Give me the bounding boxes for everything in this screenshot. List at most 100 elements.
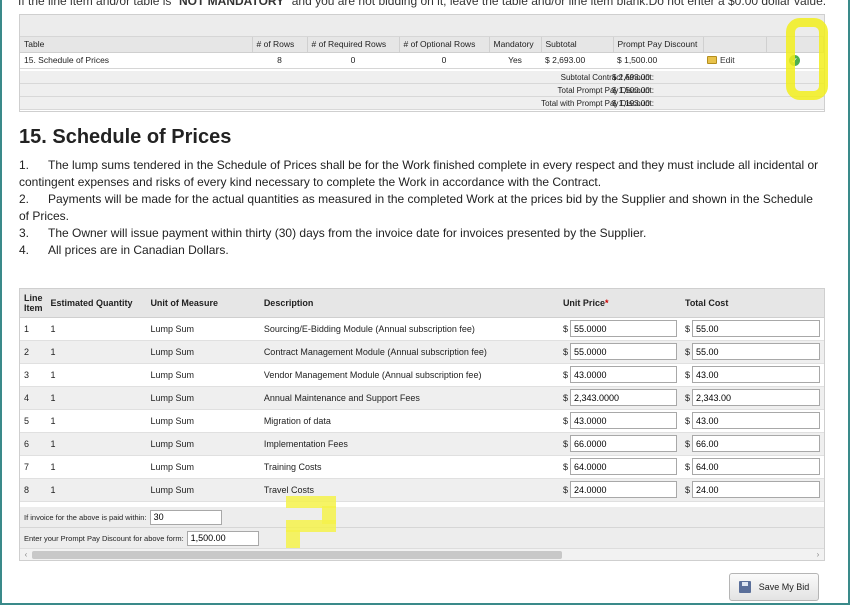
summary-subtotal: $ 2,693.00 [541,52,613,69]
col-unit-price: Unit Price* [558,289,681,318]
col-uom: Unit of Measure [146,289,260,318]
currency-symbol: $ [562,369,568,380]
currency-symbol: $ [684,323,690,334]
unit-price-input[interactable] [569,435,677,452]
estimated-quantity: 1 [46,409,147,433]
col-required-rows: # of Required Rows [307,37,400,53]
unit-price-cell: $ [558,363,681,387]
table-row: 51Lump SumMigration of data$$ [20,409,824,433]
unit-price-input[interactable] [569,320,677,337]
currency-symbol: $ [684,484,690,495]
edit-link[interactable]: Edit [707,55,735,65]
note-2: 2. Payments will be made for the actual q… [19,192,813,223]
line-item: 6 [20,432,47,456]
unit-of-measure: Lump Sum [146,317,260,341]
subtotal-contract-row: Subtotal Contract Amount: $ 2,693.00 [20,71,824,84]
highlight-annotation-right [786,18,828,100]
currency-symbol: $ [684,392,690,403]
currency-symbol: $ [562,346,568,357]
unit-price-cell: $ [558,317,681,341]
description: Implementation Fees [259,432,559,456]
price-grid: Line Item Estimated Quantity Unit of Meas… [20,289,824,502]
unit-price-input[interactable] [569,412,677,429]
summary-panel: Table # of Rows # of Required Rows # of … [19,14,825,112]
summary-header-row: Table # of Rows # of Required Rows # of … [20,37,824,53]
unit-price-cell: $ [558,386,681,410]
table-row: 2 1 Lump Sum Contract Management Module (An… [20,340,824,364]
unit-of-measure: Lump Sum [146,432,260,456]
table-row: 81Lump SumTravel Costs$$ [20,478,824,502]
instruction-text-bold: NOT MANDATORY [179,0,285,8]
unit-price-input[interactable] [569,343,677,360]
summary-optional: 0 [399,52,489,69]
total-cost-cell: $ [680,363,824,387]
prompt-pay-input[interactable] [186,530,259,546]
invoice-days-input[interactable] [149,509,222,525]
col-prompt-pay: Prompt Pay Discount [613,37,704,53]
page-title: 15. Schedule of Prices [19,126,232,148]
col-mandatory: Mandatory [489,37,542,53]
col-description: Description [259,289,559,318]
currency-symbol: $ [684,438,690,449]
description: Migration of data [259,409,559,433]
currency-symbol: $ [562,484,568,495]
total-cost-input[interactable] [692,320,820,337]
unit-price-cell: $ [558,409,681,433]
total-cost-input[interactable] [692,366,820,383]
invoice-days-label: If invoice for the above is paid within: [24,512,147,522]
total-cost-input[interactable] [692,412,820,429]
description: Training Costs [259,455,559,479]
instruction-text-b: and you are not bidding on it, leave the… [291,0,827,8]
currency-symbol: $ [562,438,568,449]
unit-price-input[interactable] [569,481,677,498]
table-row: 71Lump SumTraining Costs$$ [20,455,824,479]
unit-price-cell: $ [558,432,681,456]
unit-price-input[interactable] [569,389,677,406]
estimated-quantity: 1 [46,363,147,387]
line-item: 7 [20,455,47,479]
required-mark: * [604,297,609,308]
total-cost-cell: $ [680,478,824,502]
currency-symbol: $ [562,461,568,472]
unit-of-measure: Lump Sum [146,340,260,364]
line-item: 3 [20,363,47,387]
unit-of-measure: Lump Sum [146,363,260,387]
unit-price-input[interactable] [569,366,677,383]
horizontal-scrollbar[interactable]: ‹ › [20,548,824,560]
total-cost-input[interactable] [692,389,820,406]
total-cost-input[interactable] [692,481,820,498]
pencil-icon [707,55,717,64]
total-cost-input[interactable] [692,435,820,452]
col-edit [703,37,767,53]
total-cost-cell: $ [680,432,824,456]
invoice-days-row: If invoice for the above is paid within: [20,507,824,528]
description: Vendor Management Module (Annual subscri… [259,363,559,387]
description: Contract Management Module (Annual subsc… [259,340,559,364]
scroll-right-icon[interactable]: › [813,549,823,560]
line-item: 1 [20,317,47,341]
line-item: 5 [20,409,47,433]
total-cost-cell: $ [680,317,824,341]
table-row: 61Lump SumImplementation Fees$$ [20,432,824,456]
summary-table-name: 15. Schedule of Prices [20,52,252,69]
currency-symbol: $ [684,369,690,380]
edit-label: Edit [720,54,735,65]
total-cost-input[interactable] [692,343,820,360]
price-grid-panel: Line Item Estimated Quantity Unit of Meas… [19,288,825,561]
summary-discount: $ 1,500.00 [613,52,703,69]
scroll-left-icon[interactable]: ‹ [21,549,31,560]
total-cost-cell: $ [680,386,824,410]
total-cost-cell: $ [680,340,824,364]
col-line-item: Line Item [20,289,47,318]
unit-of-measure: Lump Sum [146,455,260,479]
col-total-cost: Total Cost [680,289,824,318]
line-item: 4 [20,386,47,410]
save-my-bid-button[interactable]: Save My Bid [729,573,819,601]
total-cost-input[interactable] [692,458,820,475]
col-quantity: Estimated Quantity [46,289,147,318]
unit-price-input[interactable] [569,458,677,475]
unit-price-cell: $ [558,478,681,502]
scrollbar-thumb[interactable] [32,551,562,559]
estimated-quantity: 1 [46,386,147,410]
highlight-annotation-bottom [286,496,336,548]
